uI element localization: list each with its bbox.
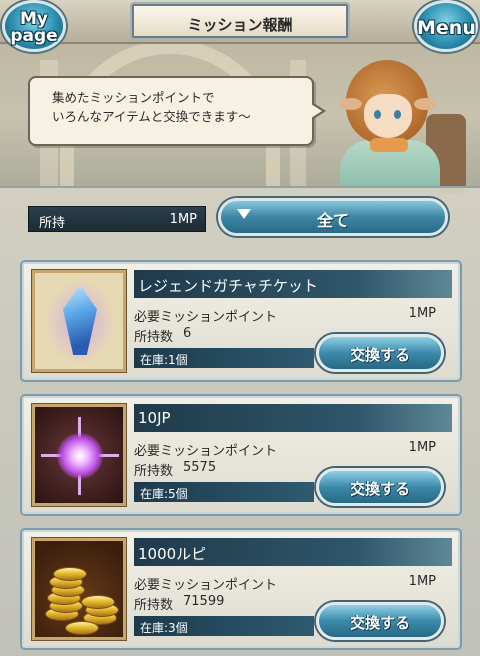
exchange-button[interactable]: 交換する <box>316 602 444 640</box>
character-ear <box>340 98 362 110</box>
filter-dropdown[interactable]: 全て <box>218 198 448 236</box>
owned-points-value: 1MP <box>169 212 197 227</box>
stock-badge: 在庫:5個 <box>134 482 314 502</box>
chevron-down-icon <box>237 209 251 219</box>
bubble-line-1: 集めたミッションポイントで <box>52 90 215 105</box>
character-eye <box>374 110 381 119</box>
stock-badge: 在庫:3個 <box>134 616 314 636</box>
rupie-coins-icon <box>32 538 126 640</box>
stock-badge: 在庫:1個 <box>134 348 314 368</box>
required-points-label: 必要ミッションポイント <box>134 578 278 593</box>
required-points-label: 必要ミッションポイント <box>134 310 278 325</box>
guide-character <box>318 54 468 202</box>
coin <box>65 621 99 635</box>
page-title: ミッション報酬 <box>187 16 293 34</box>
coin <box>53 567 87 581</box>
owned-count-value: 6 <box>183 326 192 341</box>
item-card: 1000ルピ 必要ミッションポイント 1MP 所持数 71599 在庫:3個 交… <box>22 530 460 648</box>
coin <box>81 595 115 609</box>
required-points-row: 必要ミッションポイント 1MP <box>134 440 436 460</box>
filter-label: 全て <box>317 211 350 230</box>
character-eye <box>394 110 401 119</box>
orb-shape <box>57 433 103 479</box>
item-name: 1000ルピ <box>134 538 452 566</box>
required-points-row: 必要ミッションポイント 1MP <box>134 306 436 326</box>
mypage-button[interactable]: My page <box>2 0 66 52</box>
required-points-value: 1MP <box>408 306 436 321</box>
title-plate: ミッション報酬 <box>130 2 350 40</box>
jp-orb-icon <box>32 404 126 506</box>
menu-button[interactable]: Menu <box>414 0 478 52</box>
item-card: レジェンドガチャチケット 必要ミッションポイント 1MP 所持数 6 在庫:1個… <box>22 262 460 380</box>
owned-count-label: 所持数 <box>134 598 174 613</box>
owned-count-value: 71599 <box>183 594 225 609</box>
item-name: レジェンドガチャチケット <box>134 270 452 298</box>
bubble-line-2: いろんなアイテムと交換できます～ <box>52 109 251 124</box>
required-points-value: 1MP <box>408 440 436 455</box>
legend-ticket-crystal-icon <box>32 270 126 372</box>
mypage-label-line2: page <box>10 26 58 46</box>
required-points-row: 必要ミッションポイント 1MP <box>134 574 436 594</box>
required-points-value: 1MP <box>408 574 436 589</box>
character-scarf <box>370 138 408 152</box>
item-card: 10JP 必要ミッションポイント 1MP 所持数 5575 在庫:5個 交換する <box>22 396 460 514</box>
menu-label: Menu <box>417 17 476 39</box>
speech-bubble: 集めたミッションポイントで いろんなアイテムと交換できます～ <box>28 76 326 146</box>
owned-points-box: 所持 1MP <box>28 206 206 232</box>
exchange-button[interactable]: 交換する <box>316 334 444 372</box>
owned-count-label: 所持数 <box>134 464 174 479</box>
character-ear <box>414 98 436 110</box>
top-bar: ミッション報酬 <box>0 0 480 44</box>
required-points-label: 必要ミッションポイント <box>134 444 278 459</box>
owned-points-label: 所持 <box>39 216 66 231</box>
exchange-button[interactable]: 交換する <box>316 468 444 506</box>
owned-count-label: 所持数 <box>134 330 174 345</box>
owned-count-value: 5575 <box>183 460 217 475</box>
item-name: 10JP <box>134 404 452 432</box>
character-face <box>364 94 412 138</box>
